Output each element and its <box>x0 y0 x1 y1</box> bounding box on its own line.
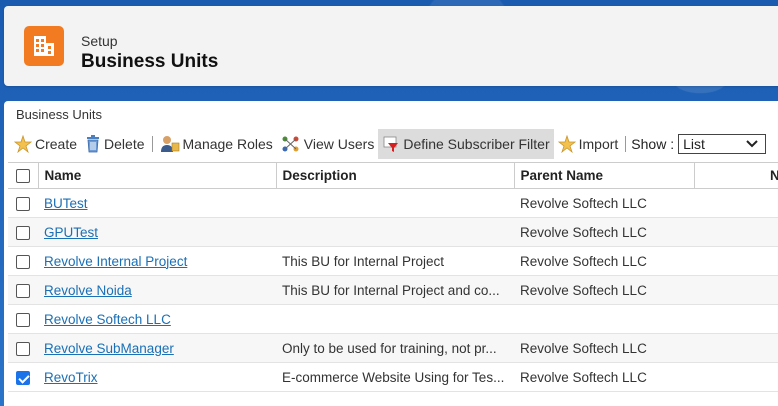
show-select-value: List <box>683 136 705 152</box>
parent-name-cell: Revolve Softech LLC <box>514 333 694 363</box>
manage-roles-label: Manage Roles <box>182 136 273 152</box>
parent-name-cell: Revolve Softech LLC <box>514 188 694 218</box>
page-title: Business Units <box>81 51 219 72</box>
toolbar-divider <box>625 136 627 152</box>
manage-roles-button[interactable]: Manage Roles <box>156 129 277 159</box>
description-cell <box>276 304 514 334</box>
name-cell: BUTest <box>38 188 276 218</box>
table-row[interactable]: Revolve Internal Project This BU for Inte… <box>8 246 778 276</box>
show-select[interactable]: List <box>678 134 767 154</box>
description-cell <box>276 188 514 218</box>
name-cell: Revolve Noida <box>38 275 276 305</box>
name-cell: RevoTrix <box>38 362 276 392</box>
create-label: Create <box>35 136 78 152</box>
toolbar-divider <box>151 136 153 152</box>
number-cell <box>694 304 778 334</box>
define-filter-label: Define Subscriber Filter <box>403 136 550 152</box>
row-checkbox-cell <box>8 246 38 276</box>
number-cell <box>694 217 778 247</box>
view-users-button[interactable]: View Users <box>277 129 379 159</box>
column-header-name[interactable]: Name <box>38 162 277 189</box>
description-cell: This BU for Internal Project <box>276 246 514 276</box>
row-checkbox[interactable] <box>16 196 30 211</box>
table-row[interactable]: GPUTest Revolve Softech LLC <box>8 217 778 247</box>
table-row[interactable]: Revolve SubManager Only to be used for tr… <box>8 333 778 363</box>
star-icon <box>557 135 576 153</box>
building-icon <box>24 26 64 66</box>
number-cell <box>694 275 778 305</box>
number-cell <box>694 362 778 392</box>
description-cell: Only to be used for training, not pr... <box>276 333 514 363</box>
business-unit-link[interactable]: GPUTest <box>44 225 98 240</box>
description-cell: E-commerce Website Using for Tes... <box>276 362 514 392</box>
description-cell <box>276 217 514 247</box>
column-header-parent-name[interactable]: Parent Name <box>514 162 695 189</box>
table-header-row: Name Description Parent Name Nu <box>8 162 778 189</box>
parent-name-cell: Revolve Softech LLC <box>514 275 694 305</box>
parent-name-cell <box>514 304 694 334</box>
business-unit-link[interactable]: Revolve Internal Project <box>44 254 187 269</box>
business-unit-link[interactable]: Revolve Softech LLC <box>44 312 171 327</box>
business-unit-link[interactable]: RevoTrix <box>44 370 98 385</box>
select-all-header <box>8 162 39 189</box>
delete-button[interactable]: Delete <box>81 129 148 159</box>
table-row[interactable]: BUTest Revolve Softech LLC <box>8 188 778 218</box>
parent-name-cell: Revolve Softech LLC <box>514 246 694 276</box>
row-checkbox-cell <box>8 188 38 218</box>
business-unit-link[interactable]: BUTest <box>44 196 88 211</box>
create-button[interactable]: Create <box>10 129 81 159</box>
description-cell: This BU for Internal Project and co... <box>276 275 514 305</box>
toolbar: Create Delete Manage Roles View Users De… <box>10 129 778 159</box>
header-subtitle: Setup <box>81 33 118 49</box>
name-cell: GPUTest <box>38 217 276 247</box>
business-units-table: Name Description Parent Name Nu BUTest Re… <box>8 162 778 392</box>
row-checkbox[interactable] <box>16 254 30 269</box>
chevron-down-icon <box>746 140 758 148</box>
parent-name-cell: Revolve Softech LLC <box>514 362 694 392</box>
row-checkbox-cell <box>8 304 38 334</box>
business-unit-link[interactable]: Revolve Noida <box>44 283 132 298</box>
panel-title: Business Units <box>16 107 102 122</box>
filter-icon <box>383 136 399 152</box>
row-checkbox-cell <box>8 275 38 305</box>
star-icon <box>14 135 32 153</box>
users-network-icon <box>282 136 299 152</box>
row-checkbox-cell <box>8 217 38 247</box>
trash-icon <box>87 135 100 153</box>
business-units-panel: Business Units Create Delete Manage Role… <box>4 101 778 406</box>
define-subscriber-filter-button[interactable]: Define Subscriber Filter <box>378 129 554 159</box>
show-label: Show : <box>631 136 675 152</box>
business-unit-link[interactable]: Revolve SubManager <box>44 341 174 356</box>
select-all-checkbox[interactable] <box>16 169 30 184</box>
table-row[interactable]: RevoTrix E-commerce Website Using for Tes… <box>8 362 778 392</box>
row-checkbox[interactable] <box>16 370 30 385</box>
row-checkbox[interactable] <box>16 225 30 240</box>
number-cell <box>694 188 778 218</box>
name-cell: Revolve Internal Project <box>38 246 276 276</box>
table-row[interactable]: Revolve Noida This BU for Internal Projec… <box>8 275 778 305</box>
column-header-number[interactable]: Nu <box>694 162 778 189</box>
import-label: Import <box>578 136 619 152</box>
name-cell: Revolve Softech LLC <box>38 304 276 334</box>
row-checkbox[interactable] <box>16 283 30 298</box>
parent-name-cell: Revolve Softech LLC <box>514 217 694 247</box>
delete-label: Delete <box>104 136 145 152</box>
import-button[interactable]: Import <box>554 129 623 159</box>
table-row[interactable]: Revolve Softech LLC <box>8 304 778 334</box>
row-checkbox-cell <box>8 362 38 392</box>
users-roles-icon <box>160 136 179 152</box>
row-checkbox[interactable] <box>16 312 30 327</box>
column-header-description[interactable]: Description <box>276 162 515 189</box>
name-cell: Revolve SubManager <box>38 333 276 363</box>
view-users-label: View Users <box>303 136 375 152</box>
row-checkbox[interactable] <box>16 341 30 356</box>
number-cell <box>694 333 778 363</box>
page-header: Setup Business Units <box>4 6 778 86</box>
row-checkbox-cell <box>8 333 38 363</box>
number-cell <box>694 246 778 276</box>
